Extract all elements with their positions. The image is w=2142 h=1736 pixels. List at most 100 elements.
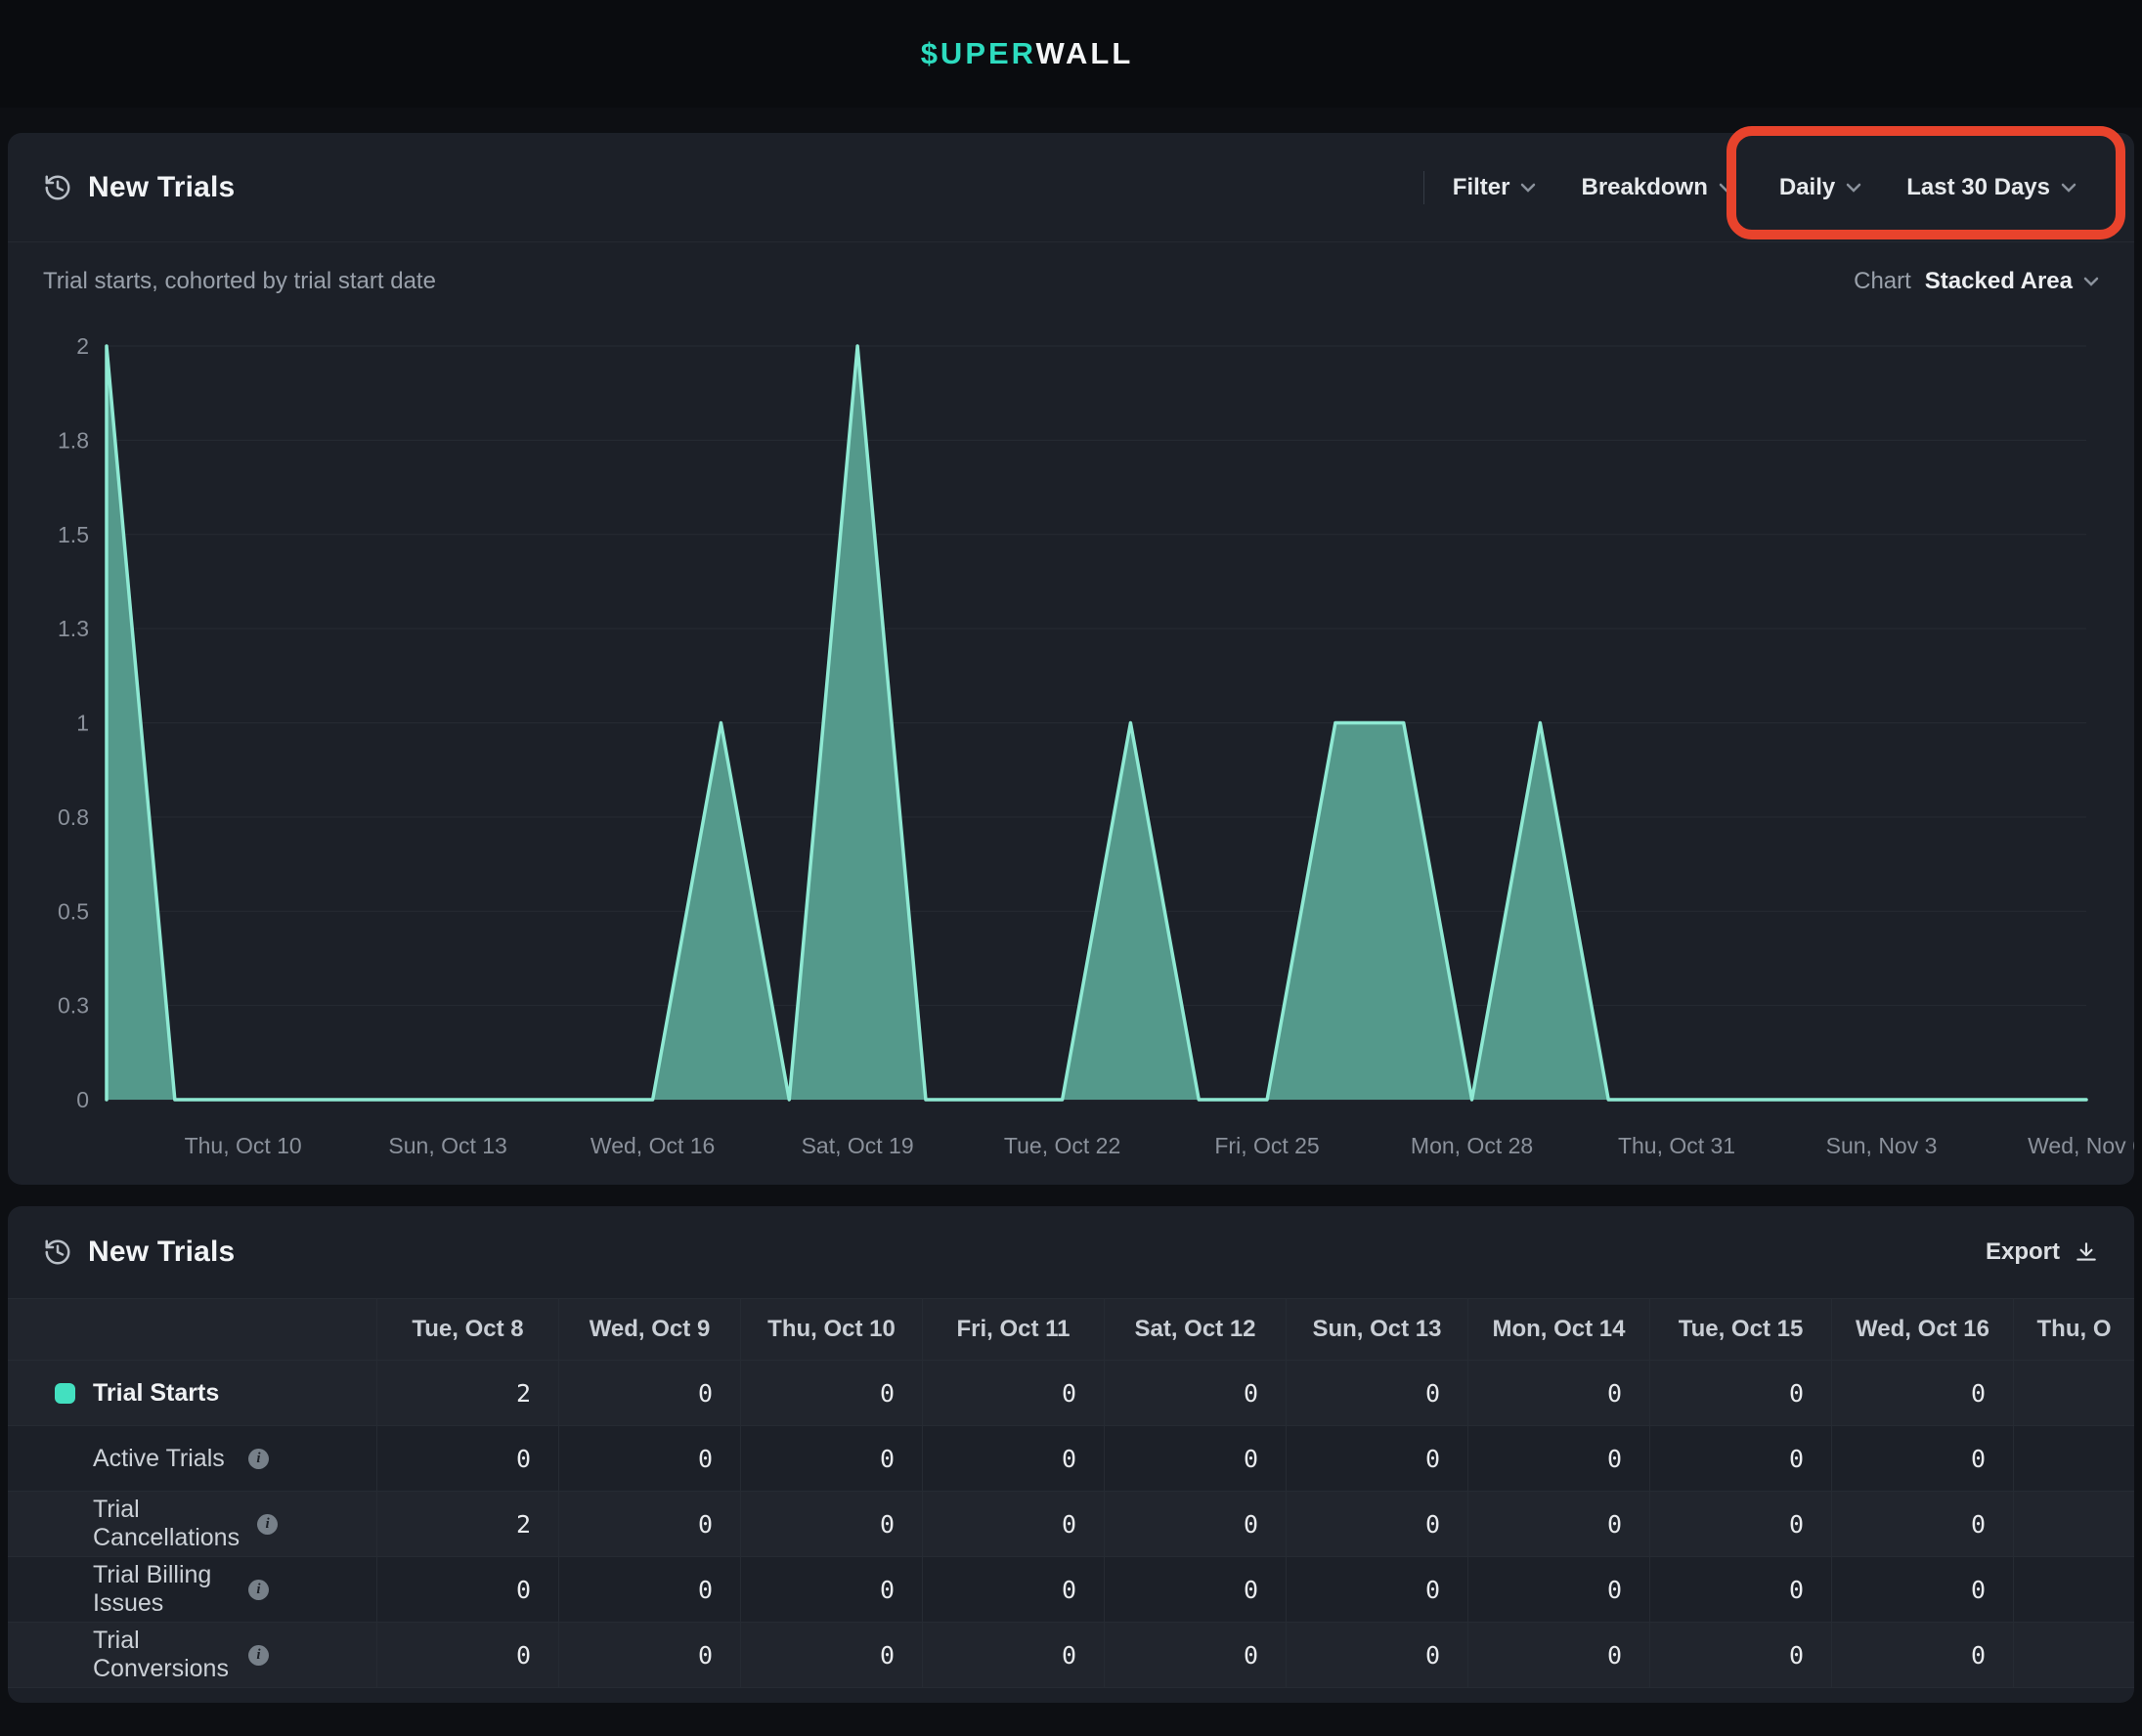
table-cell: 0	[1832, 1557, 2014, 1623]
table-cell: 0	[1468, 1492, 1650, 1557]
column-header-4: Sat, Oct 12	[1105, 1298, 1287, 1361]
table-cell: 0	[1650, 1426, 1832, 1492]
breakdown-dropdown[interactable]: Breakdown	[1558, 174, 1756, 201]
table-cell: 0	[1832, 1361, 2014, 1426]
info-icon[interactable]: i	[248, 1580, 269, 1600]
table-cell: 0	[1468, 1426, 1650, 1492]
info-icon[interactable]: i	[248, 1449, 269, 1469]
chevron-down-icon	[1846, 183, 1861, 193]
row-label: Trial Billing Issues	[93, 1561, 231, 1618]
download-icon	[2074, 1239, 2099, 1265]
table-cell: 0	[923, 1492, 1105, 1557]
history-icon	[43, 173, 72, 202]
table-cell: 0	[1287, 1361, 1468, 1426]
table-cell: 0	[377, 1557, 559, 1623]
table-cell: 0	[1468, 1557, 1650, 1623]
export-button[interactable]: Export	[1986, 1238, 2099, 1266]
row-label-cell: Trial Billing Issues i	[8, 1557, 377, 1623]
x-axis-tick-label: Wed, Oct 16	[590, 1133, 715, 1158]
table-cell: 0	[1105, 1492, 1287, 1557]
granularity-dropdown[interactable]: Daily	[1757, 174, 1884, 201]
row-label: Trial Cancellations	[93, 1496, 240, 1552]
y-axis-tick-label: 1.8	[58, 427, 89, 453]
table-card-header: New Trials Export	[8, 1206, 2134, 1298]
row-label-cell: Active Trials i	[8, 1426, 377, 1492]
row-label-cell: Trial Starts	[8, 1361, 377, 1426]
table-cell: 0	[559, 1623, 741, 1688]
new-trials-chart-card: New Trials Filter Breakdown Daily Last 3…	[8, 133, 2134, 1185]
x-axis-tick-label: Sun, Oct 13	[388, 1133, 506, 1158]
x-axis-tick-label: Wed, Nov 6	[2028, 1133, 2134, 1158]
row-label: Active Trials	[93, 1445, 225, 1473]
table-cell: 0	[559, 1492, 741, 1557]
y-axis-tick-label: 1.3	[58, 616, 89, 641]
table-row: Trial Starts200000000	[8, 1361, 2134, 1426]
x-axis-tick-label: Sat, Oct 19	[802, 1133, 914, 1158]
table-cell: 0	[1287, 1557, 1468, 1623]
table-cell: 2	[377, 1492, 559, 1557]
table-card-title-group: New Trials	[43, 1236, 235, 1269]
table-cell: 0	[1105, 1623, 1287, 1688]
table-cell: 2	[377, 1361, 559, 1426]
table-cell: 0	[741, 1557, 923, 1623]
table-cell	[2014, 1557, 2134, 1623]
date-range-dropdown[interactable]: Last 30 Days	[1884, 174, 2099, 201]
table-cell: 0	[377, 1623, 559, 1688]
column-header-5: Sun, Oct 13	[1287, 1298, 1468, 1361]
chart-type-label: Chart	[1854, 268, 1911, 295]
table-corner-cell	[8, 1298, 377, 1361]
series-color-swatch	[55, 1383, 75, 1404]
table-cell: 0	[923, 1557, 1105, 1623]
table-cell	[2014, 1492, 2134, 1557]
table-cell: 0	[1832, 1492, 2014, 1557]
table-cell: 0	[1650, 1623, 1832, 1688]
table-cell: 0	[741, 1426, 923, 1492]
table-header-row: Tue, Oct 8Wed, Oct 9Thu, Oct 10Fri, Oct …	[8, 1298, 2134, 1361]
table-cell: 0	[559, 1361, 741, 1426]
table-cell: 0	[923, 1623, 1105, 1688]
table-cell: 0	[741, 1623, 923, 1688]
column-header-6: Mon, Oct 14	[1468, 1298, 1650, 1361]
table-cell: 0	[377, 1426, 559, 1492]
table-cell: 0	[1105, 1361, 1287, 1426]
chart-type-control: Chart Stacked Area	[1854, 268, 2099, 295]
chart-card-header: New Trials Filter Breakdown Daily Last 3…	[8, 133, 2134, 242]
filter-dropdown[interactable]: Filter	[1430, 174, 1559, 201]
date-range-label: Last 30 Days	[1906, 174, 2050, 201]
chart-subheader: Trial starts, cohorted by trial start da…	[8, 242, 2134, 321]
table-row: Trial Cancellationsi200000000	[8, 1492, 2134, 1557]
controls-divider	[1423, 171, 1424, 204]
table-cell	[2014, 1361, 2134, 1426]
table-cell	[2014, 1426, 2134, 1492]
chart-card-title-group: New Trials	[43, 171, 235, 204]
column-header-3: Fri, Oct 11	[923, 1298, 1105, 1361]
info-icon[interactable]: i	[248, 1645, 269, 1666]
table-cell: 0	[1832, 1426, 2014, 1492]
filter-label: Filter	[1453, 174, 1510, 201]
export-label: Export	[1986, 1238, 2060, 1266]
table-cell: 0	[1468, 1361, 1650, 1426]
table-cell: 0	[1832, 1623, 2014, 1688]
table-cell: 0	[1650, 1557, 1832, 1623]
breakdown-label: Breakdown	[1581, 174, 1707, 201]
row-label: Trial Starts	[93, 1379, 219, 1408]
topbar: $UPERWALL	[0, 0, 2142, 108]
new-trials-table-card: New Trials Export Tue, Oct 8Wed, Oct 9Th…	[8, 1206, 2134, 1703]
info-icon[interactable]: i	[257, 1514, 278, 1535]
chart-type-value: Stacked Area	[1925, 268, 2073, 295]
x-axis-tick-label: Thu, Oct 10	[185, 1133, 302, 1158]
chart-type-dropdown[interactable]: Stacked Area	[1925, 268, 2099, 295]
table-card-title: New Trials	[88, 1236, 235, 1269]
row-label: Trial Conversions	[93, 1627, 231, 1683]
column-header-7: Tue, Oct 15	[1650, 1298, 1832, 1361]
trials-table: Tue, Oct 8Wed, Oct 9Thu, Oct 10Fri, Oct …	[8, 1298, 2134, 1688]
x-axis-tick-label: Thu, Oct 31	[1618, 1133, 1735, 1158]
table-cell: 0	[1287, 1492, 1468, 1557]
table-cell: 0	[1650, 1492, 1832, 1557]
table-cell: 0	[1468, 1623, 1650, 1688]
y-axis-tick-label: 2	[76, 333, 89, 359]
x-axis-tick-label: Tue, Oct 22	[1004, 1133, 1120, 1158]
row-label-cell: Trial Conversions i	[8, 1623, 377, 1688]
table-cell	[2014, 1623, 2134, 1688]
chart-controls: Filter Breakdown Daily Last 30 Days	[1423, 171, 2099, 204]
